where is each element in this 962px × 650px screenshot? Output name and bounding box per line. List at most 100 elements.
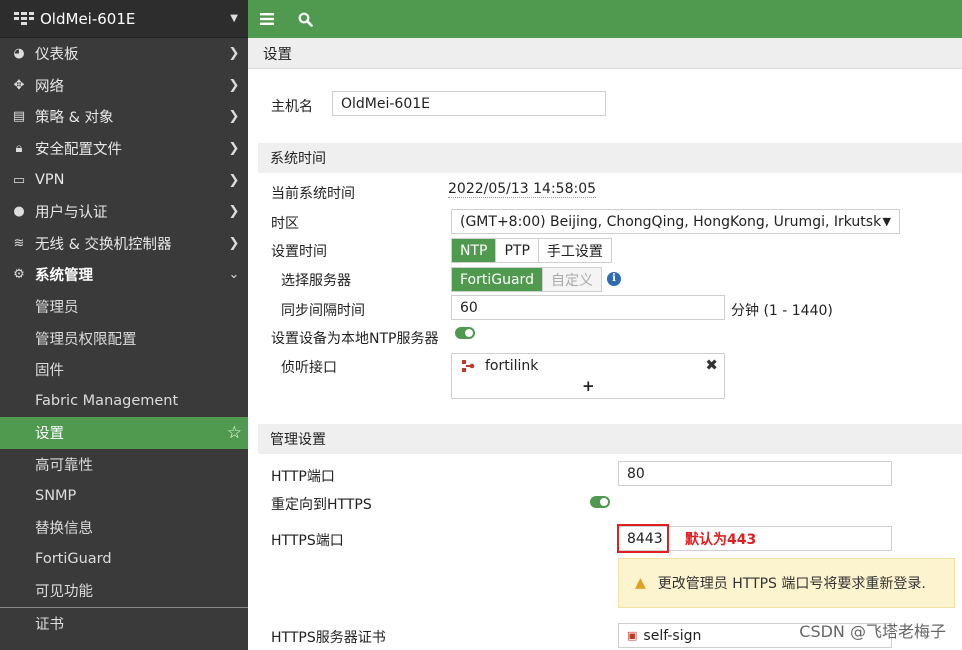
redirect-https-label: 重定向到HTTPS [271, 497, 372, 513]
sidebar-subitem-label: SNMP [35, 488, 77, 505]
fortigate-logo-icon [14, 11, 34, 25]
set-time-ptp-option[interactable]: PTP [496, 239, 539, 262]
sidebar-subitem-label: Fabric Management [35, 393, 179, 410]
sidebar-subitem-label: FortiGuard [35, 551, 112, 568]
sidebar-subitem-snmp[interactable]: SNMP [0, 480, 248, 512]
sync-interval-input[interactable]: 60 [451, 295, 725, 320]
sidebar-item-label: 仪表板 [35, 47, 79, 64]
sidebar-subitem-admin-profiles[interactable]: 管理员权限配置 [0, 322, 248, 354]
sidebar-item-label: 策略 & 对象 [35, 110, 114, 127]
search-icon [298, 12, 313, 27]
chevron-right-icon: ❯ [228, 235, 240, 251]
https-port-warning: ▲ 更改管理员 HTTPS 端口号将要求重新登录. [618, 558, 955, 608]
listen-interface-box[interactable]: fortilink ✖ + [451, 353, 725, 399]
sidebar-subitem-label: 固件 [35, 363, 64, 380]
set-time-toggle: NTP PTP 手工设置 [451, 238, 612, 263]
sidebar-subitem-label: 可见功能 [35, 584, 93, 601]
current-time-label: 当前系统时间 [271, 186, 355, 202]
star-favorite-icon[interactable]: ☆ [227, 423, 242, 443]
sync-interval-unit: 分钟 (1 - 1440) [731, 303, 833, 319]
current-time-value: 2022/05/13 14:58:05 [448, 181, 597, 198]
chevron-right-icon: ❯ [228, 204, 240, 220]
timezone-value: (GMT+8:00) Beijing, ChongQing, HongKong,… [460, 213, 882, 230]
chevron-right-icon: ❯ [228, 172, 240, 188]
redirect-https-toggle[interactable] [590, 496, 610, 508]
certificate-icon: ▣ [627, 629, 638, 642]
remove-icon[interactable]: ✖ [705, 356, 718, 374]
laptop-icon: ▭ [12, 172, 26, 188]
sidebar-subitem-ha[interactable]: 高可靠性 [0, 449, 248, 481]
sidebar-subitem-settings[interactable]: 设置 ☆ [0, 417, 248, 449]
sidebar-subitem-label: 设置 [35, 426, 64, 443]
settings-form: 主机名 OldMei-601E 系统时间 当前系统时间 2022/05/13 1… [258, 80, 962, 650]
fortilink-icon [462, 360, 475, 372]
chevron-right-icon: ❯ [228, 141, 240, 157]
sidebar-subitem-label: 高可靠性 [35, 458, 93, 475]
local-ntp-toggle[interactable] [455, 327, 475, 339]
server-fortiguard-option[interactable]: FortiGuard [452, 268, 543, 291]
https-port-label: HTTPS端口 [271, 533, 344, 549]
wifi-icon: ≋ [13, 235, 25, 251]
sidebar-item-label: 用户与认证 [35, 205, 108, 222]
http-port-label: HTTP端口 [271, 469, 335, 485]
chevron-right-icon: ❯ [228, 109, 240, 125]
chevron-down-icon: ⌄ [228, 267, 240, 283]
sidebar-item-label: 安全配置文件 [35, 142, 122, 159]
hostname-input[interactable]: OldMei-601E [332, 91, 606, 116]
sidebar-item-security-profiles[interactable]: 🔒︎ 安全配置文件 ❯ [0, 133, 248, 165]
info-icon[interactable]: i [607, 272, 621, 286]
sidebar-item-system[interactable]: ⚙ 系统管理 ⌄ [0, 259, 248, 291]
sidebar-subitem-firmware[interactable]: 固件 [0, 354, 248, 386]
set-time-ntp-option[interactable]: NTP [452, 239, 497, 262]
sidebar-item-label: 网络 [35, 78, 64, 95]
listen-interface-label: 侦听接口 [281, 360, 337, 376]
set-time-label: 设置时间 [271, 244, 327, 260]
device-name: OldMei-601E [40, 9, 136, 28]
sidebar-subitem-replacement-messages[interactable]: 替换信息 [0, 512, 248, 544]
https-cert-value: self-sign [643, 627, 702, 644]
default-port-annotation: 默认为443 [685, 532, 757, 548]
policy-icon: ▤ [12, 109, 26, 125]
dashboard-icon: ◕ [13, 46, 25, 62]
annotation-highlight-box [617, 524, 669, 553]
sidebar-item-network[interactable]: ✥ 网络 ❯ [0, 70, 248, 102]
sidebar-item-wifi-switch[interactable]: ≋ 无线 & 交换机控制器 ❯ [0, 228, 248, 260]
system-time-section-header: 系统时间 [258, 143, 962, 173]
sidebar-item-policy-objects[interactable]: ▤ 策略 & 对象 ❯ [0, 101, 248, 133]
gear-icon: ⚙ [13, 267, 25, 283]
admin-settings-section-header: 管理设置 [258, 424, 962, 454]
sidebar-subitem-label: 管理员 [35, 300, 79, 317]
sidebar-subitem-fortiguard[interactable]: FortiGuard [0, 544, 248, 576]
timezone-label: 时区 [271, 216, 299, 232]
sidebar-subitem-certificates[interactable]: 证书 [0, 608, 248, 640]
chevron-down-icon: ▼ [230, 13, 238, 24]
select-server-label: 选择服务器 [281, 273, 351, 289]
sidebar-item-dashboard[interactable]: ◕ 仪表板 ❯ [0, 38, 248, 70]
sidebar-subitem-administrators[interactable]: 管理员 [0, 291, 248, 323]
page-title: 设置 [248, 38, 962, 69]
server-custom-option[interactable]: 自定义 [542, 268, 601, 291]
chevron-right-icon: ❯ [228, 77, 240, 93]
sidebar-subitem-label: 证书 [35, 616, 64, 633]
timezone-select[interactable]: (GMT+8:00) Beijing, ChongQing, HongKong,… [451, 209, 900, 234]
sidebar-subitem-label: 替换信息 [35, 521, 93, 538]
sidebar-subitem-fabric-management[interactable]: Fabric Management [0, 386, 248, 418]
warning-icon: ▲ [635, 575, 646, 591]
user-icon: ● [13, 204, 25, 220]
set-time-manual-option[interactable]: 手工设置 [538, 239, 611, 262]
dropdown-caret-icon: ▼ [882, 215, 891, 228]
search-button[interactable] [286, 0, 324, 38]
https-cert-label: HTTPS服务器证书 [271, 630, 386, 646]
sidebar-subitem-feature-visibility[interactable]: 可见功能 [0, 575, 248, 607]
sidebar-subitem-label: 管理员权限配置 [35, 331, 137, 348]
sync-interval-label: 同步间隔时间 [281, 303, 365, 319]
sidebar-item-user-auth[interactable]: ● 用户与认证 ❯ [0, 196, 248, 228]
add-interface-button[interactable]: + [582, 377, 595, 395]
menu-toggle-button[interactable] [248, 0, 286, 38]
listen-interface-value: fortilink [485, 358, 539, 374]
device-selector[interactable]: OldMei-601E ▼ [0, 0, 248, 38]
warning-text: 更改管理员 HTTPS 端口号将要求重新登录. [657, 576, 926, 592]
sidebar-item-vpn[interactable]: ▭ VPN ❯ [0, 164, 248, 196]
hamburger-icon [260, 13, 274, 25]
http-port-input[interactable]: 80 [618, 461, 892, 486]
